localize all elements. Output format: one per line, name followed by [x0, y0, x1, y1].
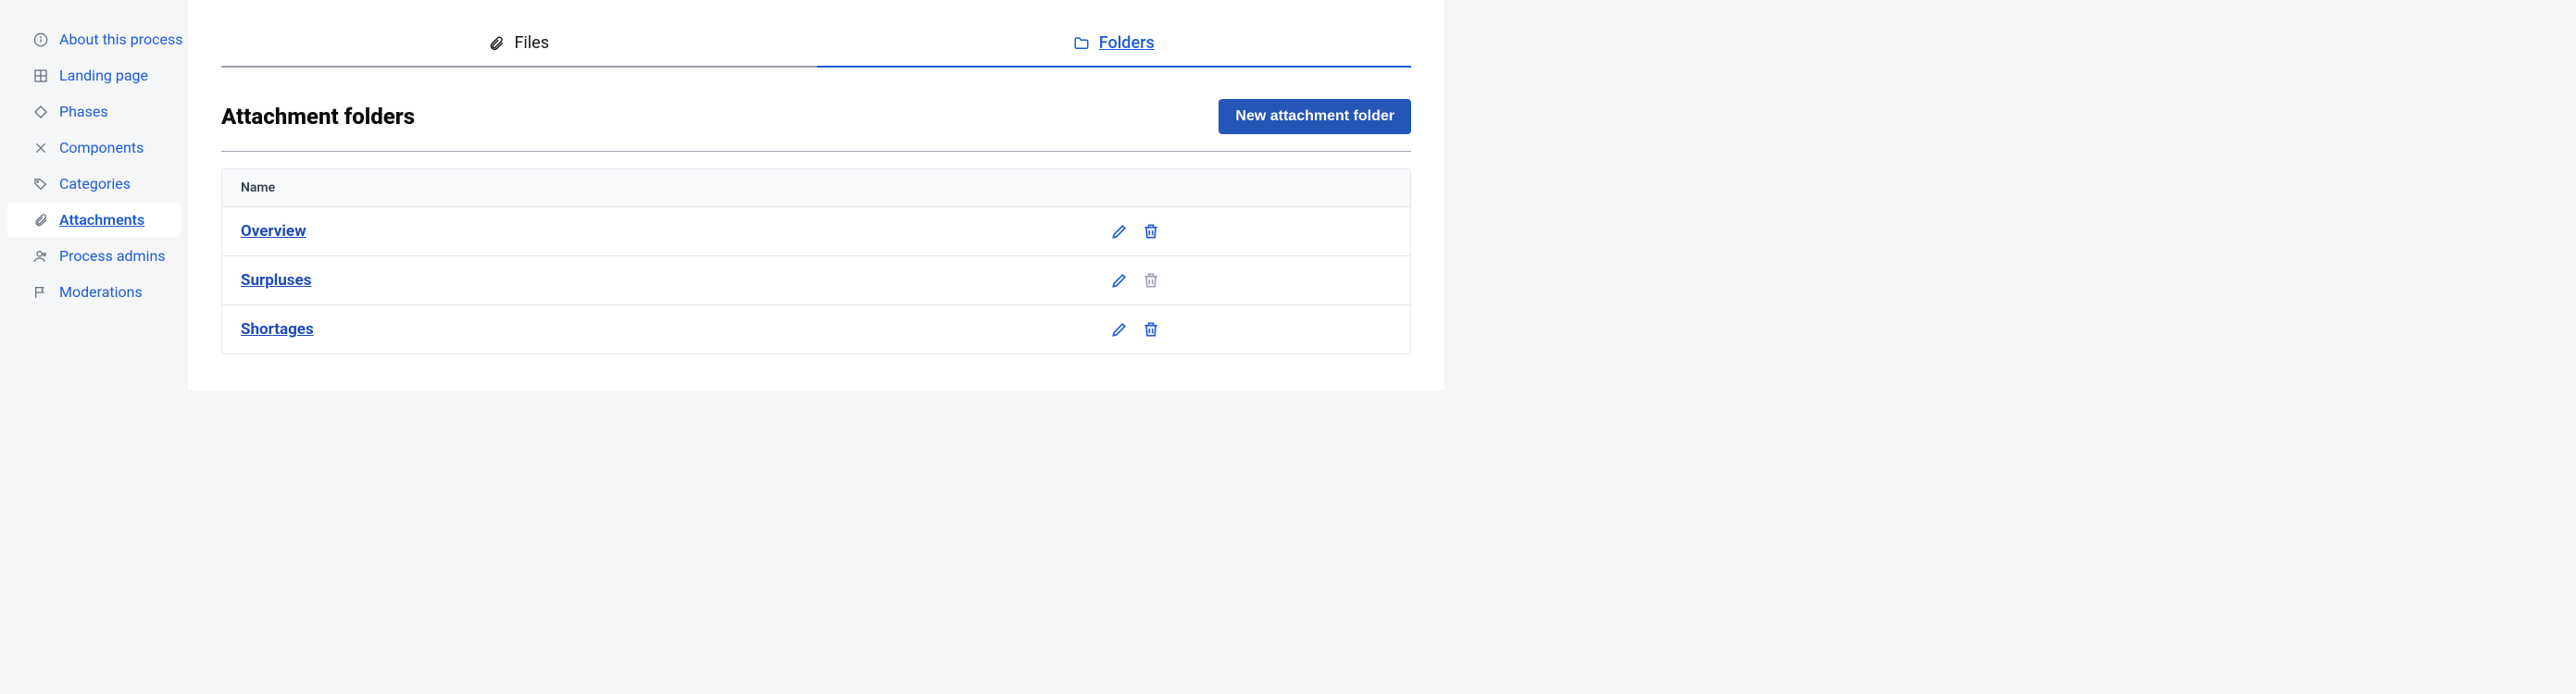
cell-actions [859, 260, 1410, 301]
trash-icon[interactable] [1142, 320, 1160, 339]
sidebar-item-label: Phases [59, 103, 108, 120]
folder-icon [1073, 35, 1090, 52]
flag-icon [33, 285, 48, 300]
folder-link[interactable]: Overview [241, 222, 306, 241]
tag-icon [33, 177, 48, 192]
sidebar-item-label: Landing page [59, 67, 148, 84]
table-row: Surpluses [222, 256, 1410, 305]
trash-icon[interactable] [1142, 222, 1160, 241]
info-icon [33, 32, 48, 47]
sidebar: About this process Landing page Phases C… [0, 0, 188, 390]
column-header-name: Name [222, 169, 859, 206]
sidebar-item-components[interactable]: Components [7, 130, 181, 165]
edit-icon[interactable] [1110, 271, 1129, 290]
edit-icon[interactable] [1110, 222, 1129, 241]
tab-label: Folders [1099, 33, 1155, 53]
paperclip-icon [488, 35, 505, 52]
cell-name: Overview [222, 207, 859, 255]
page-title: Attachment folders [221, 104, 415, 130]
user-icon [33, 249, 48, 264]
cell-name: Shortages [222, 305, 859, 353]
tabs: Files Folders [221, 33, 1411, 68]
sidebar-item-label: Moderations [59, 283, 143, 301]
grid-icon [33, 68, 48, 83]
tools-icon [33, 141, 48, 155]
section-header: Attachment folders New attachment folder [221, 99, 1411, 152]
sidebar-item-about[interactable]: About this process [7, 22, 181, 56]
sidebar-item-categories[interactable]: Categories [7, 167, 181, 201]
folder-link[interactable]: Shortages [241, 320, 314, 339]
table-row: Overview [222, 207, 1410, 256]
folders-table: Name Overview Surpluses [221, 168, 1411, 354]
edit-icon[interactable] [1110, 320, 1129, 339]
diamond-icon [33, 105, 48, 119]
sidebar-item-moderations[interactable]: Moderations [7, 275, 181, 309]
tab-label: Files [514, 33, 549, 53]
sidebar-item-process-admins[interactable]: Process admins [7, 239, 181, 273]
sidebar-item-label: About this process [59, 31, 182, 48]
tab-folders[interactable]: Folders [817, 33, 1412, 68]
main-content: Files Folders Attachment folders New att… [188, 0, 1444, 390]
tab-files[interactable]: Files [221, 33, 817, 68]
sidebar-item-attachments[interactable]: Attachments [7, 203, 181, 237]
cell-actions [859, 309, 1410, 350]
sidebar-item-label: Attachments [59, 211, 144, 229]
sidebar-item-label: Process admins [59, 247, 166, 265]
paperclip-icon [33, 213, 48, 228]
folder-link[interactable]: Surpluses [241, 271, 311, 290]
table-header: Name [222, 169, 1410, 207]
new-attachment-folder-button[interactable]: New attachment folder [1219, 99, 1411, 134]
sidebar-item-phases[interactable]: Phases [7, 94, 181, 129]
cell-actions [859, 211, 1410, 252]
column-header-actions [859, 169, 1410, 206]
table-row: Shortages [222, 305, 1410, 353]
trash-icon[interactable] [1142, 271, 1160, 290]
sidebar-item-label: Categories [59, 175, 131, 192]
cell-name: Surpluses [222, 256, 859, 304]
sidebar-item-landing[interactable]: Landing page [7, 58, 181, 93]
sidebar-item-label: Components [59, 139, 144, 156]
